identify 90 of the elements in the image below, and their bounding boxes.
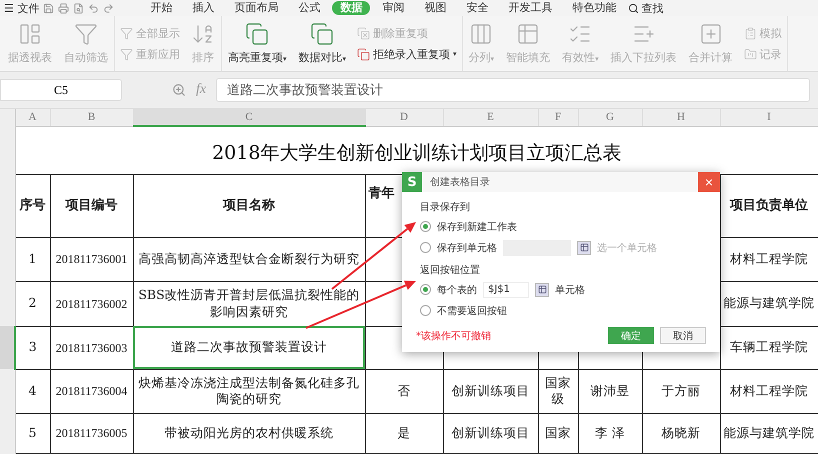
menu-tab[interactable]: 数据 — [332, 1, 370, 15]
column-header[interactable]: F — [538, 109, 578, 126]
table-cell: 2 — [15, 281, 50, 326]
redo-icon[interactable] — [103, 2, 114, 14]
search-button[interactable]: 查找 — [628, 0, 664, 16]
table-cell: 创新训练项目 — [443, 413, 538, 454]
ribbon-icon — [18, 22, 42, 46]
search-icon — [628, 2, 640, 14]
grid-icon — [538, 285, 546, 294]
zoom-icon[interactable] — [172, 83, 186, 97]
table-cell: 于方丽 — [642, 369, 720, 414]
table-cell: 创新训练项目 — [443, 369, 538, 414]
table-cell: 国家 — [538, 413, 578, 454]
undo-icon[interactable] — [88, 2, 100, 14]
grid-icon — [580, 243, 588, 252]
field-suffix: 单元格 — [555, 284, 585, 296]
table-cell: 带被动阳光房的农村供暖系统 — [133, 413, 365, 454]
table-cell: 3 — [15, 326, 50, 370]
ribbon-icon — [357, 26, 370, 40]
close-button[interactable]: × — [698, 172, 720, 192]
column-header[interactable]: I — [720, 109, 818, 126]
row-header[interactable] — [0, 326, 15, 370]
radio-button[interactable] — [420, 284, 431, 295]
function-button[interactable]: fx — [196, 82, 206, 98]
preview-icon[interactable] — [73, 2, 84, 14]
table-cell: 李 泽 — [578, 413, 642, 454]
table-cell: 201811736002 — [50, 281, 133, 326]
ribbon-icon — [516, 22, 540, 46]
menu-tab[interactable]: 公式 — [290, 1, 328, 15]
header-cell: 项目名称 — [133, 174, 365, 238]
table-cell: 杨晓新 — [642, 413, 720, 454]
cell-picker-button[interactable] — [535, 282, 549, 296]
table-cell: 国家级 — [538, 369, 578, 414]
ribbon-icon — [310, 22, 334, 46]
save-icon[interactable] — [43, 2, 54, 14]
column-header[interactable]: E — [443, 109, 538, 126]
ribbon-icon — [744, 26, 757, 40]
table-cell: 否 — [365, 369, 443, 414]
option-label: 保存到单元格 — [437, 242, 497, 254]
radio-button[interactable] — [420, 221, 431, 232]
menu-tab[interactable]: 视图 — [416, 1, 454, 15]
menu-tab[interactable]: 安全 — [458, 1, 496, 15]
formula-field[interactable]: 道路二次事故预警装置设计 — [216, 78, 810, 102]
ok-button[interactable]: 确定 — [608, 327, 654, 344]
menu-tab[interactable]: 插入 — [184, 1, 222, 15]
ribbon-icon — [698, 22, 723, 46]
table-cell: 5 — [15, 413, 50, 454]
table-cell: 201811736001 — [50, 237, 133, 282]
table-cell: 201811736004 — [50, 369, 133, 414]
table-cell: 高强高韧高淬透型钛合金断裂行为研究 — [133, 237, 365, 282]
ribbon-icon — [357, 48, 370, 60]
table-cell: 4 — [15, 369, 50, 414]
ribbon-icon — [120, 26, 133, 40]
menu-tab[interactable]: 页面布局 — [226, 1, 286, 15]
ribbon-icon — [74, 22, 98, 46]
cancel-button[interactable]: 取消 — [660, 327, 706, 344]
menu-tab[interactable]: 特色功能 — [564, 1, 624, 15]
name-box[interactable]: C5 — [0, 79, 122, 101]
option-label: 每个表的 — [437, 284, 477, 296]
column-header[interactable]: G — [578, 109, 642, 126]
file-menu[interactable]: ☰ 文件 — [4, 0, 40, 16]
table-cell: 1 — [15, 237, 50, 282]
column-header[interactable]: A — [15, 109, 50, 126]
table-cell: 201811736005 — [50, 413, 133, 454]
menu-tab[interactable]: 开始 — [142, 1, 180, 15]
menu-tab[interactable]: 审阅 — [374, 1, 412, 15]
active-cell[interactable]: 道路二次事故预警装置设计 — [133, 326, 365, 370]
cell-picker-button[interactable] — [577, 240, 591, 254]
ribbon-icon — [744, 48, 757, 60]
section-label: 返回按钮位置 — [420, 264, 481, 277]
option-label: 不需要返回按钮 — [437, 304, 507, 318]
print-icon[interactable] — [58, 2, 70, 14]
column-header[interactable]: B — [50, 109, 133, 126]
ribbon-icon — [469, 22, 494, 46]
header-cell: 序号 — [15, 174, 50, 238]
field-hint: 选一个单元格 — [597, 242, 657, 254]
radio-button[interactable] — [420, 305, 431, 316]
warning-text: *该操作不可撤销 — [416, 330, 492, 342]
header-cell: 项目编号 — [50, 174, 133, 238]
ribbon-icon — [120, 48, 133, 60]
column-header[interactable]: H — [642, 109, 720, 126]
table-cell: 炔烯基冷冻浇注成型法制备氮化硅多孔陶瓷的研究 — [133, 369, 365, 414]
menu-tab[interactable]: 开发工具 — [500, 1, 560, 15]
ribbon-icon — [245, 22, 270, 46]
table-cell: 是 — [365, 413, 443, 454]
cell-field[interactable]: $J$1 — [483, 282, 529, 298]
column-header[interactable]: C — [133, 109, 365, 126]
table-cell: 谢沛昱 — [578, 369, 642, 414]
app-logo: S — [402, 172, 422, 192]
column-header[interactable]: D — [365, 109, 443, 126]
